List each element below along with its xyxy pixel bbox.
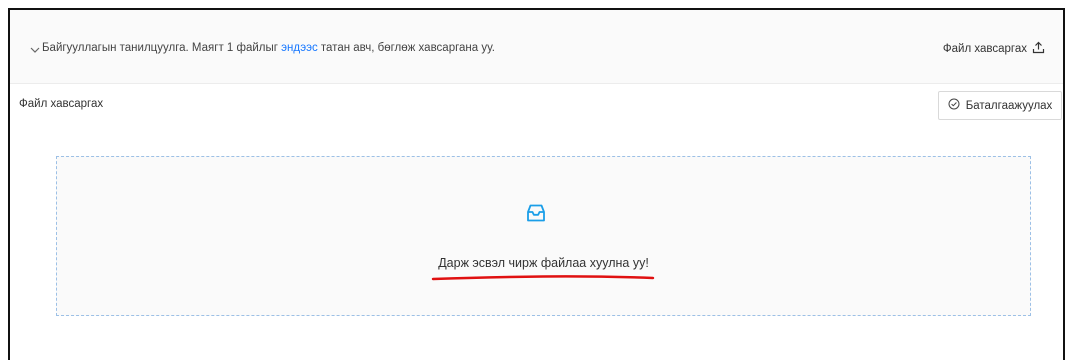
- header-text-after: татан авч, бөглөж хавсаргана уу.: [317, 42, 495, 54]
- section-label: Файл хавсаргах: [19, 98, 104, 110]
- header-text-before: Байгууллагын танилцуулга. Маягт 1 файлыг: [42, 42, 282, 54]
- check-circle-icon: [948, 98, 960, 113]
- confirm-button-label: Баталгаажуулах: [965, 99, 1053, 112]
- panel-header: Байгууллагын танилцуулга. Маягт 1 файлыг…: [10, 10, 1063, 84]
- confirm-button[interactable]: Баталгаажуулах: [938, 91, 1062, 120]
- inbox-icon: [525, 202, 547, 224]
- attach-file-action[interactable]: Файл хавсаргах: [943, 41, 1045, 57]
- attach-file-label: Файл хавсаргах: [942, 43, 1027, 55]
- header-instruction: Байгууллагын танилцуулга. Маягт 1 файлыг…: [42, 42, 495, 54]
- chevron-down-icon[interactable]: [28, 43, 42, 57]
- upload-icon: [1032, 41, 1045, 57]
- upload-panel: Байгууллагын танилцуулга. Маягт 1 файлыг…: [8, 8, 1065, 360]
- red-annotation-underline: [431, 270, 655, 281]
- file-dropzone[interactable]: Дарж эсвэл чирж файлаа хуулна уу!: [56, 156, 1031, 316]
- dropzone-text: Дарж эсвэл чирж файлаа хуулна уу!: [438, 256, 649, 270]
- template-download-link[interactable]: эндээс: [281, 42, 318, 54]
